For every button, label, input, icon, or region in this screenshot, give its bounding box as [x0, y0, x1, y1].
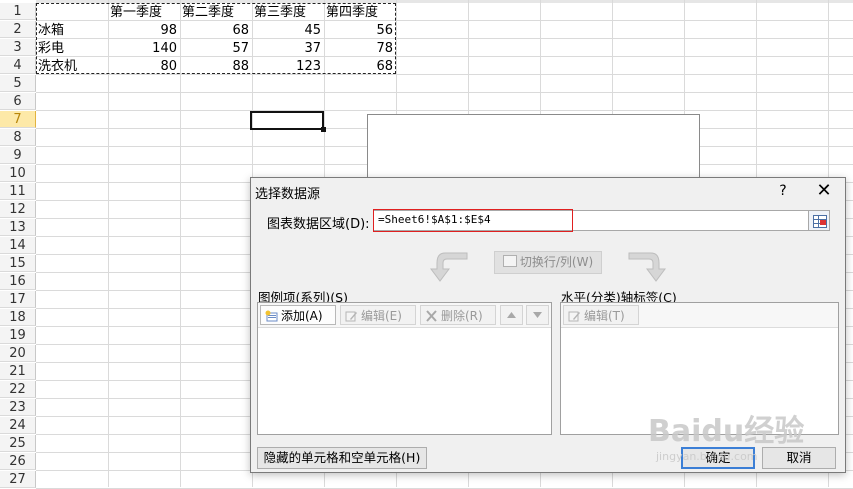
curved-arrow-right-icon: [628, 252, 666, 282]
header-q2[interactable]: 第二季度: [182, 4, 252, 21]
add-icon: [265, 310, 278, 322]
row-header[interactable]: 26: [0, 453, 36, 470]
cell-value[interactable]: 140: [108, 40, 180, 57]
range-select-icon: [820, 220, 826, 225]
row-label-fridge[interactable]: 冰箱: [38, 22, 108, 39]
edit-label: 编辑(E): [361, 309, 402, 323]
row-header[interactable]: 4: [0, 57, 36, 74]
row-header[interactable]: 10: [0, 165, 36, 182]
edit-axis-button[interactable]: 编辑(T): [563, 305, 639, 325]
switch-icon: [502, 255, 517, 267]
cell-value[interactable]: 80: [108, 58, 180, 75]
row-header[interactable]: 8: [0, 129, 36, 146]
chart-range-label: 图表数据区域(D):: [267, 217, 370, 232]
cell-value[interactable]: 37: [252, 40, 324, 57]
row-header[interactable]: 20: [0, 345, 36, 362]
row-header[interactable]: 22: [0, 381, 36, 398]
row-header[interactable]: 21: [0, 363, 36, 380]
header-q3[interactable]: 第三季度: [254, 4, 324, 21]
row-header[interactable]: 14: [0, 237, 36, 254]
row-label-washer[interactable]: 洗衣机: [38, 58, 108, 75]
edit-series-button[interactable]: 编辑(E): [340, 305, 416, 325]
legend-series-list[interactable]: 添加(A) 编辑(E) 删除(R): [257, 302, 552, 435]
row-header[interactable]: 23: [0, 399, 36, 416]
cell-value[interactable]: 88: [180, 58, 252, 75]
cell-value[interactable]: 98: [108, 22, 180, 39]
hidden-empty-cells-button[interactable]: 隐藏的单元格和空单元格(H): [257, 447, 427, 469]
switch-label: 切换行/列(W): [519, 255, 594, 269]
row-header[interactable]: 25: [0, 435, 36, 452]
row-header[interactable]: 16: [0, 273, 36, 290]
row-header[interactable]: 9: [0, 147, 36, 164]
edit-icon: [568, 311, 580, 322]
watermark-text: Baidu经验: [648, 414, 805, 449]
cell-value[interactable]: 78: [324, 40, 396, 57]
triangle-up-icon: [507, 312, 516, 318]
add-label: 添加(A): [281, 309, 323, 323]
triangle-down-icon: [533, 312, 542, 318]
curved-arrow-left-icon: [430, 252, 468, 282]
row-header[interactable]: 5: [0, 75, 36, 92]
legend-toolbar: 添加(A) 编辑(E) 删除(R): [258, 303, 551, 328]
move-up-button[interactable]: [500, 305, 523, 325]
remove-series-button[interactable]: 删除(R): [420, 305, 496, 325]
row-gridline: [36, 92, 853, 93]
row-header[interactable]: 11: [0, 183, 36, 200]
edit-icon: [345, 311, 357, 322]
delete-x-icon: [426, 310, 437, 322]
dialog-title: 选择数据源: [255, 187, 321, 202]
row-header[interactable]: 3: [0, 39, 36, 56]
switch-row-column-button[interactable]: 切换行/列(W): [494, 251, 602, 274]
chart-range-value: =Sheet6!$A$1:$E$4: [378, 213, 491, 226]
remove-label: 删除(R): [441, 309, 483, 323]
row-header[interactable]: 13: [0, 219, 36, 236]
help-button[interactable]: ?: [773, 181, 793, 201]
row-header[interactable]: 1: [0, 3, 36, 20]
axis-toolbar: 编辑(T): [561, 303, 838, 328]
cell-value[interactable]: 68: [180, 22, 252, 39]
row-header[interactable]: 6: [0, 93, 36, 110]
chart-range-input[interactable]: =Sheet6!$A$1:$E$4: [373, 209, 809, 232]
cell-value[interactable]: 45: [252, 22, 324, 39]
add-series-button[interactable]: 添加(A): [260, 305, 336, 325]
edit-axis-label: 编辑(T): [584, 309, 625, 323]
header-q4[interactable]: 第四季度: [326, 4, 396, 21]
row-header[interactable]: 18: [0, 309, 36, 326]
cell-value[interactable]: 123: [252, 58, 324, 75]
baidu-watermark: Baidu经验 jingyan.baidu.com: [648, 406, 848, 466]
row-label-tv[interactable]: 彩电: [38, 40, 108, 57]
header-q1[interactable]: 第一季度: [110, 4, 180, 21]
column-header-strip: [36, 0, 853, 3]
move-down-button[interactable]: [526, 305, 549, 325]
row-header[interactable]: 2: [0, 21, 36, 38]
row-header[interactable]: 27: [0, 471, 36, 488]
cell-value[interactable]: 57: [180, 40, 252, 57]
range-picker-button[interactable]: [808, 210, 830, 231]
cell-value[interactable]: 56: [324, 22, 396, 39]
row-header[interactable]: 15: [0, 255, 36, 272]
close-button[interactable]: ✕: [813, 181, 835, 201]
watermark-sub: jingyan.baidu.com: [656, 450, 758, 463]
row-header[interactable]: 19: [0, 327, 36, 344]
row-header[interactable]: 7: [0, 111, 36, 128]
active-cell-cursor[interactable]: [250, 111, 326, 132]
row-header[interactable]: 24: [0, 417, 36, 434]
row-header[interactable]: 12: [0, 201, 36, 218]
row-header[interactable]: 17: [0, 291, 36, 308]
row-gridline: [36, 110, 853, 111]
cell-value[interactable]: 68: [324, 58, 396, 75]
